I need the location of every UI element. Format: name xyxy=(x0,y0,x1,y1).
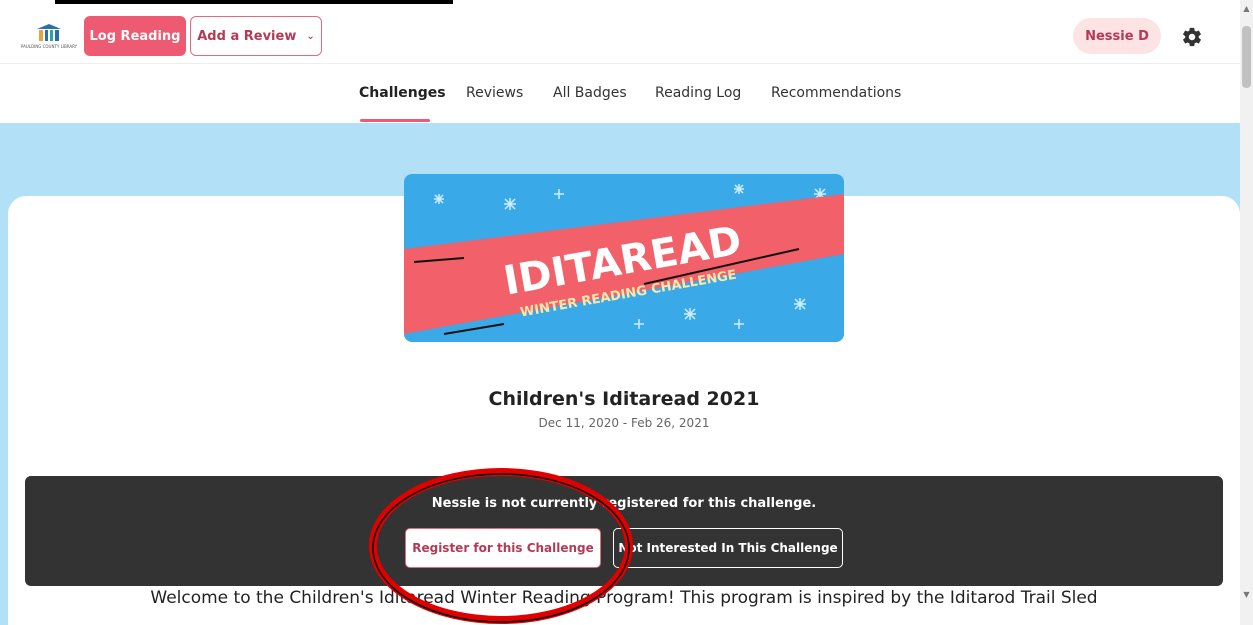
registration-panel: Nessie is not currently registered for t… xyxy=(25,476,1223,586)
chevron-down-icon: ⌄ xyxy=(306,30,315,42)
scrollbar-track[interactable] xyxy=(1240,0,1253,625)
user-menu-button[interactable]: Nessie D xyxy=(1073,18,1161,54)
tab-recommendations[interactable]: Recommendations xyxy=(771,85,901,101)
not-interested-label: Not Interested In This Challenge xyxy=(618,541,838,555)
challenge-title: Children's Iditaread 2021 xyxy=(488,388,760,410)
logo-text: PAULDING COUNTY LIBRARY xyxy=(20,44,78,49)
register-button[interactable]: Register for this Challenge xyxy=(405,528,601,568)
gear-icon[interactable] xyxy=(1181,26,1203,48)
scroll-up-icon[interactable]: ▲ xyxy=(1241,4,1252,16)
challenge-dates: Dec 11, 2020 - Feb 26, 2021 xyxy=(538,416,710,430)
user-name: Nessie D xyxy=(1085,28,1149,44)
log-reading-label: Log Reading xyxy=(89,28,181,44)
welcome-text: Welcome to the Children's Iditaread Wint… xyxy=(150,588,1098,608)
tab-all-badges[interactable]: All Badges xyxy=(553,85,627,101)
add-review-button[interactable]: Add a Review ⌄ xyxy=(190,16,322,56)
log-reading-button[interactable]: Log Reading xyxy=(84,16,186,56)
library-logo-icon xyxy=(37,24,61,41)
tab-challenges[interactable]: Challenges xyxy=(359,85,446,101)
registration-message: Nessie is not currently registered for t… xyxy=(431,496,817,511)
add-review-label: Add a Review xyxy=(197,28,297,44)
library-logo[interactable]: PAULDING COUNTY LIBRARY xyxy=(21,24,77,52)
tab-reviews[interactable]: Reviews xyxy=(466,85,523,101)
challenge-banner-graphic: IDITAREAD WINTER READING CHALLENGE xyxy=(404,174,844,342)
active-tab-indicator xyxy=(360,119,430,122)
scrollbar-thumb[interactable] xyxy=(1242,26,1251,88)
tab-reading-log[interactable]: Reading Log xyxy=(655,85,741,101)
page: PAULDING COUNTY LIBRARY Log Reading Add … xyxy=(0,0,1253,625)
register-label: Register for this Challenge xyxy=(412,541,594,555)
main-nav: Challenges Reviews All Badges Reading Lo… xyxy=(0,65,1240,123)
not-interested-button[interactable]: Not Interested In This Challenge xyxy=(613,528,843,568)
scroll-down-icon[interactable]: ▼ xyxy=(1241,590,1252,602)
header: PAULDING COUNTY LIBRARY Log Reading Add … xyxy=(0,4,1240,64)
challenge-banner-image: IDITAREAD WINTER READING CHALLENGE xyxy=(404,174,844,342)
